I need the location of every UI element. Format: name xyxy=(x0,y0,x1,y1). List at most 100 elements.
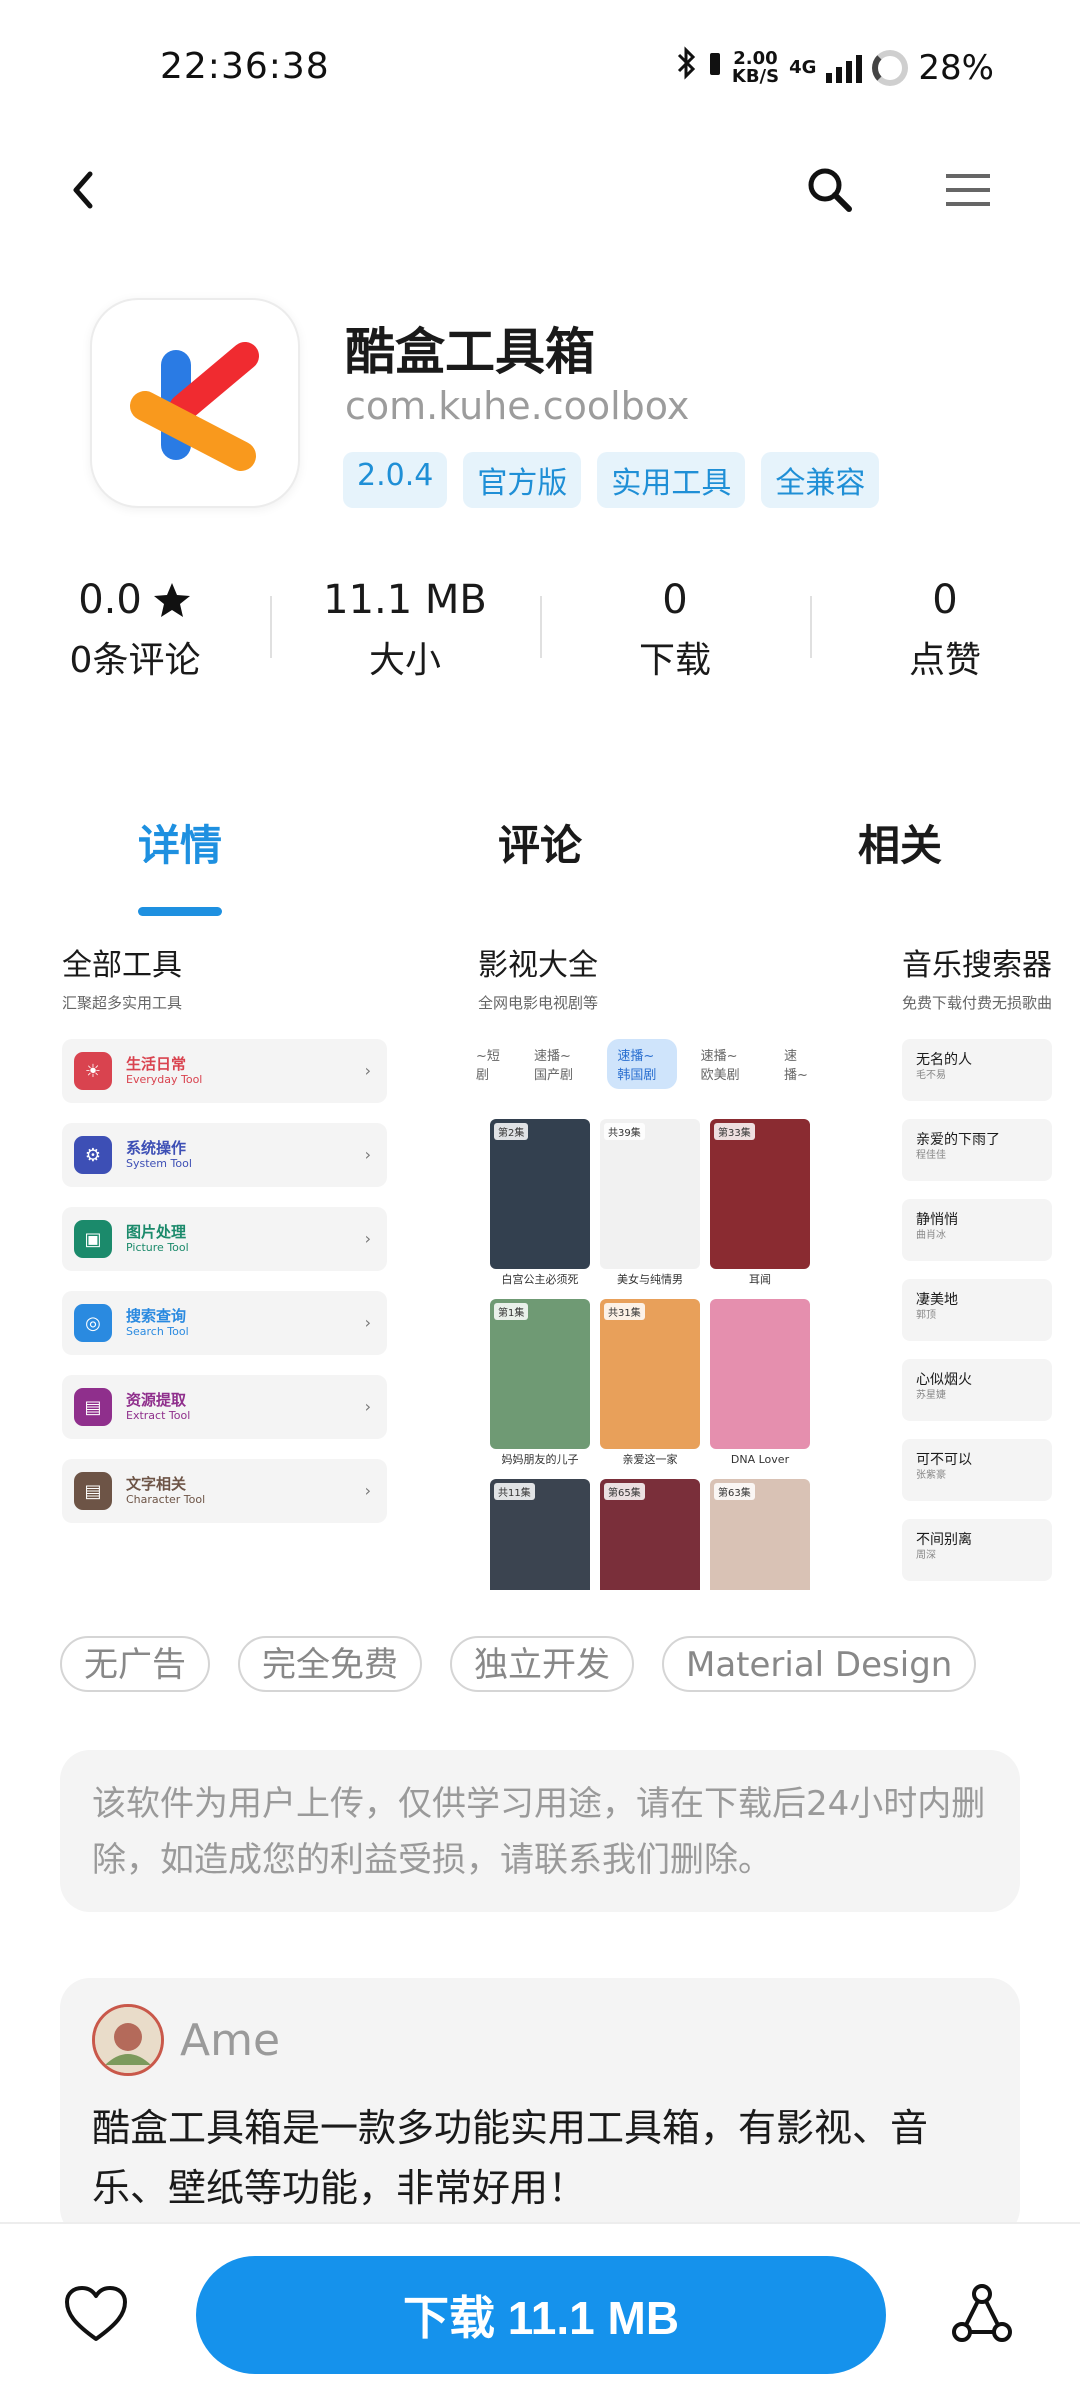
stat-likes: 0 点赞 xyxy=(810,570,1080,690)
song-item[interactable]: 心似烟火 苏星婕 xyxy=(902,1359,1052,1421)
doc-icon: ▤ xyxy=(74,1472,112,1510)
back-arrow-icon xyxy=(73,171,93,209)
shot-tools-subtitle: 汇聚超多实用工具 xyxy=(62,994,183,1012)
episode-badge: 第1集 xyxy=(494,1303,529,1320)
shot-music-title: 音乐搜索器 xyxy=(902,948,1052,983)
poster-image: 第63集 xyxy=(710,1479,810,1590)
downloads-value: 0 xyxy=(662,577,688,623)
poster-card[interactable]: 共39集 美女与纯情男 xyxy=(600,1119,700,1291)
stat-rating: 0.0 0条评论 xyxy=(0,570,270,690)
net-speed: 2.00 KB/S xyxy=(732,49,779,86)
status-icons: 2.00 KB/S 4G 28% xyxy=(676,46,994,89)
song-artist: 周深 xyxy=(916,1550,936,1561)
song-artist: 毛不易 xyxy=(916,1070,946,1081)
song-title: 可不可以 xyxy=(916,1452,972,1468)
song-item[interactable]: 无名的人 毛不易 xyxy=(902,1039,1052,1101)
poster-image: 共31集 xyxy=(600,1299,700,1449)
search-icon xyxy=(808,168,852,212)
song-item[interactable]: 可不可以 张紫豪 xyxy=(902,1439,1052,1501)
stats-row: 0.0 0条评论 11.1 MB 大小 0 下载 0 点赞 xyxy=(0,570,1080,690)
heart-icon xyxy=(65,2286,127,2341)
chevron-right-icon: › xyxy=(364,1145,371,1164)
back-button[interactable] xyxy=(44,150,124,230)
box-icon: ▤ xyxy=(74,1388,112,1426)
song-artist: 郭顶 xyxy=(916,1310,936,1321)
app-name: 酷盒工具箱 xyxy=(345,323,595,381)
poster-card[interactable]: 第33集耳闻 xyxy=(710,1119,810,1291)
tab-related[interactable]: 相关 xyxy=(720,800,1080,920)
size-label: 大小 xyxy=(368,640,441,681)
search-button[interactable] xyxy=(790,150,870,230)
video-category-row: ~短剧 速播~国产剧 速播~韩国剧 速播~欧美剧 速播~ xyxy=(466,1039,818,1089)
poster-card[interactable]: 共11集 xyxy=(490,1479,590,1590)
tool-row[interactable]: ▤ 资源提取 Extract Tool › xyxy=(62,1375,387,1439)
tag-category: 实用工具 xyxy=(597,452,746,508)
song-item[interactable]: 不间别离 周深 xyxy=(902,1519,1052,1581)
tool-row[interactable]: ▤ 文字相关 Character Tool › xyxy=(62,1459,387,1523)
tool-name: 生活日常 xyxy=(126,1055,187,1073)
poster-card[interactable]: 第65集 xyxy=(600,1479,700,1590)
download-button[interactable]: 下载 11.1 MB xyxy=(196,2256,886,2374)
video-category[interactable]: 速播~国产剧 xyxy=(524,1039,593,1089)
tool-row[interactable]: ▣ 图片处理 Picture Tool › xyxy=(62,1207,387,1271)
video-category[interactable]: ~短剧 xyxy=(466,1039,510,1089)
shot-music-subtitle: 免费下载付费无损歌曲 xyxy=(902,994,1053,1012)
video-category[interactable]: 速播~韩国剧 xyxy=(607,1039,677,1089)
poster-image: 第33集 xyxy=(710,1119,810,1269)
shot-video-title: 影视大全 xyxy=(478,948,598,983)
downloads-label: 下载 xyxy=(638,640,711,681)
poster-card[interactable]: 第2集 白宫公主必须死 xyxy=(490,1119,590,1291)
song-item[interactable]: 亲爱的下雨了 程佳佳 xyxy=(902,1119,1052,1181)
tab-details[interactable]: 详情 xyxy=(0,800,360,920)
song-item[interactable]: 凄美地 郭顶 xyxy=(902,1279,1052,1341)
poster-caption: 耳闻 xyxy=(749,1273,771,1286)
tool-row[interactable]: ◎ 搜索查询 Search Tool › xyxy=(62,1291,387,1355)
vibrate-icon xyxy=(708,48,722,88)
poster-image: 第1集 xyxy=(490,1299,590,1449)
screenshot-music[interactable]: 音乐搜索器 免费下载付费无损歌曲 无名的人毛不易亲爱的下雨了 程佳佳静悄悄曲肖冰凄… xyxy=(902,940,1080,1590)
episode-badge: 共31集 xyxy=(604,1303,645,1320)
poster-card[interactable]: 共31集 亲爱这一家 xyxy=(600,1299,700,1471)
song-item[interactable]: 静悄悄 曲肖冰 xyxy=(902,1199,1052,1261)
screenshot-carousel[interactable]: 全部工具 汇聚超多实用工具 ☀ 生活日常 Everyday Tool › ⚙ 系统操作 Sy… xyxy=(0,940,1080,1590)
screenshot-video[interactable]: 影视大全 全网电影电视剧等 ~短剧 速播~国产剧 速播~韩国剧 速播~欧美剧 速播~ 第… xyxy=(476,940,818,1590)
tool-name: 文字相关 xyxy=(126,1475,187,1493)
poster-card[interactable]: 第63集 xyxy=(710,1479,810,1590)
share-button[interactable] xyxy=(942,2274,1022,2354)
song-title: 无名的人 xyxy=(916,1052,972,1068)
video-category[interactable]: 速播~欧美剧 xyxy=(691,1039,760,1089)
poster-image: 第65集 xyxy=(600,1479,700,1590)
tool-en: System Tool xyxy=(126,1157,192,1170)
poster-image: 第2集 xyxy=(490,1119,590,1269)
menu-button[interactable] xyxy=(928,150,1008,230)
poster-image xyxy=(710,1299,810,1449)
rating-value: 0.0 xyxy=(78,577,142,623)
screenshot-tools[interactable]: 全部工具 汇聚超多实用工具 ☀ 生活日常 Everyday Tool › ⚙ 系统操作 Sy… xyxy=(62,940,402,1590)
review-card[interactable]: Ame 酷盒工具箱是一款多功能实用工具箱，有影视、音乐、壁纸等功能，非常好用！ xyxy=(60,1978,1020,2238)
feature-chip: 完全免费 xyxy=(238,1636,422,1692)
menu-icon xyxy=(946,174,990,206)
song-artist: 苏星婕 xyxy=(916,1390,946,1401)
tag-compat: 全兼容 xyxy=(761,452,880,508)
likes-label: 点赞 xyxy=(908,640,981,681)
bottom-action-bar: 下载 11.1 MB xyxy=(0,2222,1080,2400)
share-icon xyxy=(952,2284,1012,2342)
video-category[interactable]: 速播~ xyxy=(774,1039,818,1089)
poster-card[interactable]: DNA Lover xyxy=(710,1299,810,1471)
song-artist: 曲肖冰 xyxy=(916,1230,946,1241)
favorite-button[interactable] xyxy=(56,2274,136,2354)
tag-version: 2.0.4 xyxy=(343,452,448,508)
image-icon: ▣ xyxy=(74,1220,112,1258)
top-bar xyxy=(0,150,1080,230)
feature-chips: 无广告 完全免费 独立开发 Material Design xyxy=(60,1636,977,1692)
tool-row[interactable]: ☀ 生活日常 Everyday Tool › xyxy=(62,1039,387,1103)
network-type: 4G xyxy=(789,56,817,78)
poster-card[interactable]: 第1集 妈妈朋友的儿子 xyxy=(490,1299,590,1471)
review-username: Ame xyxy=(180,2014,281,2066)
tab-comments[interactable]: 评论 xyxy=(360,800,720,920)
poster-caption: 美女与纯情男 xyxy=(617,1273,683,1286)
song-title: 静悄悄 xyxy=(916,1212,958,1228)
tool-row[interactable]: ⚙ 系统操作 System Tool › xyxy=(62,1123,387,1187)
poster-caption: DNA Lover xyxy=(730,1453,790,1466)
episode-badge: 第33集 xyxy=(714,1123,755,1140)
